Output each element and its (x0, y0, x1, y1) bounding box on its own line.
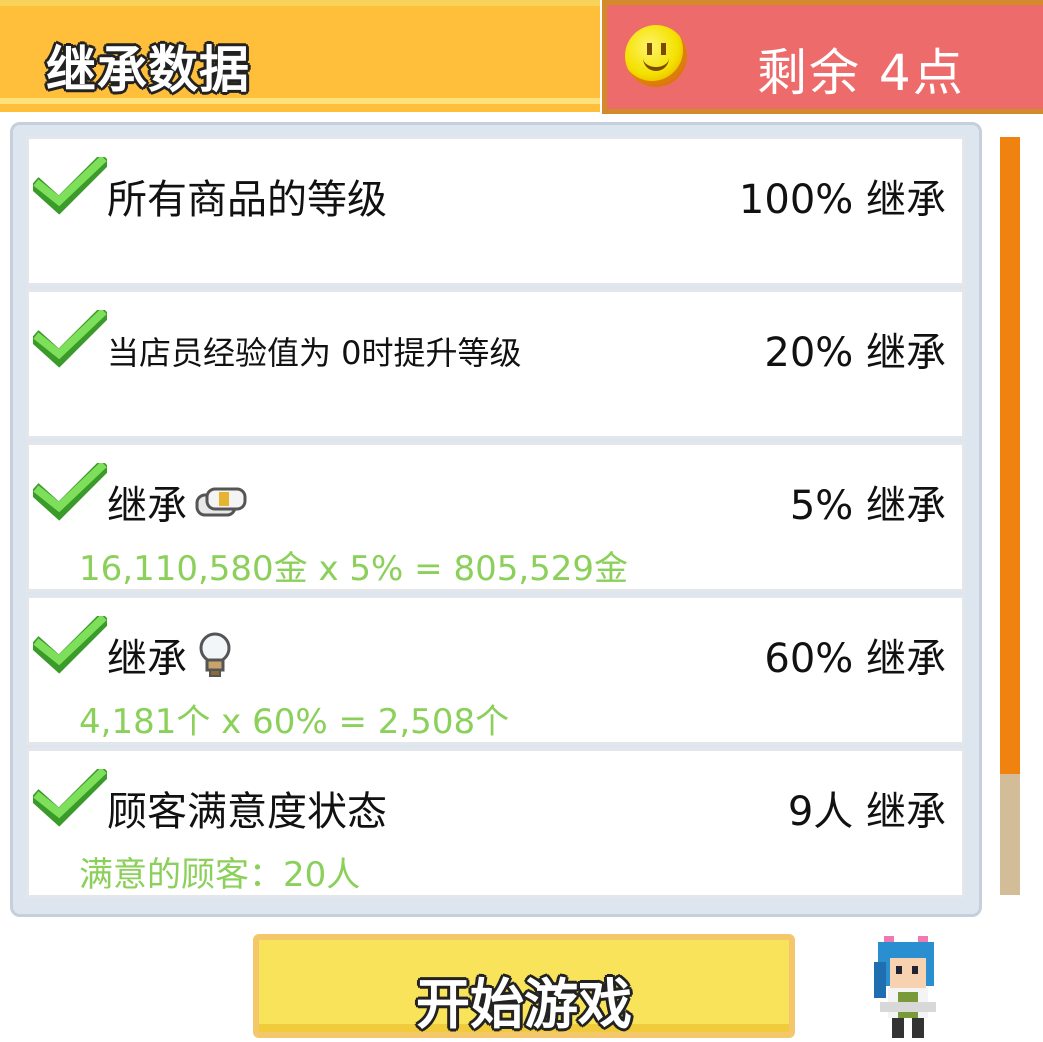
inheritance-row-product-level[interactable]: 所有商品的等级 100% 继承 (26, 136, 965, 286)
scrollbar-thumb[interactable] (1000, 137, 1020, 774)
shop-staff-character-icon (874, 936, 936, 1038)
inheritance-row-customer-satisfaction[interactable]: 顾客满意度状态 9人 继承 满意的顾客：20人 (26, 748, 965, 898)
lightbulb-icon (199, 632, 231, 677)
row-value: 100% 继承 (738, 177, 946, 223)
row-label: 所有商品的等级 (107, 177, 387, 223)
row-label-container: 继承 (107, 626, 235, 684)
row-label: 当店员经验值为 0时提升等级 (107, 334, 522, 372)
page-title: 继承数据 (46, 41, 250, 99)
inheritance-row-money[interactable]: 继承 5% 继承 16,110,580金 x 5% = 805,529金 (26, 442, 965, 592)
row-detail: 16,110,580金 x 5% = 805,529金 (79, 549, 629, 589)
start-game-button[interactable]: 开始游戏 (253, 934, 795, 1038)
smiley-icon (625, 25, 687, 87)
checkmark-icon (33, 769, 107, 827)
scrollbar-track[interactable] (1000, 137, 1020, 895)
checkmark-icon (33, 616, 107, 674)
row-label-container: 继承 (107, 473, 247, 531)
checkmark-icon (33, 463, 107, 521)
remaining-points-label: 剩余 4点 (757, 44, 965, 102)
row-value: 9人 继承 (787, 789, 946, 835)
row-detail: 4,181个 x 60% = 2,508个 (79, 702, 510, 742)
row-value: 20% 继承 (764, 330, 946, 376)
checkmark-icon (33, 310, 107, 368)
remaining-points-box: 剩余 4点 (602, 0, 1043, 114)
row-detail: 满意的顾客：20人 (79, 855, 361, 895)
start-game-label: 开始游戏 (416, 973, 632, 1036)
row-label: 顾客满意度状态 (107, 789, 387, 835)
title-bar: 继承数据 (0, 0, 600, 112)
checkmark-icon (33, 157, 107, 215)
inheritance-row-staff-exp[interactable]: 当店员经验值为 0时提升等级 20% 继承 (26, 289, 965, 439)
row-value: 60% 继承 (764, 636, 946, 682)
money-icon (195, 487, 247, 517)
row-value: 5% 继承 (789, 483, 946, 529)
row-label: 继承 (107, 483, 187, 529)
row-label: 继承 (107, 636, 187, 682)
inheritance-row-ideas[interactable]: 继承 60% 继承 4,181个 x 60% = 2,508个 (26, 595, 965, 745)
